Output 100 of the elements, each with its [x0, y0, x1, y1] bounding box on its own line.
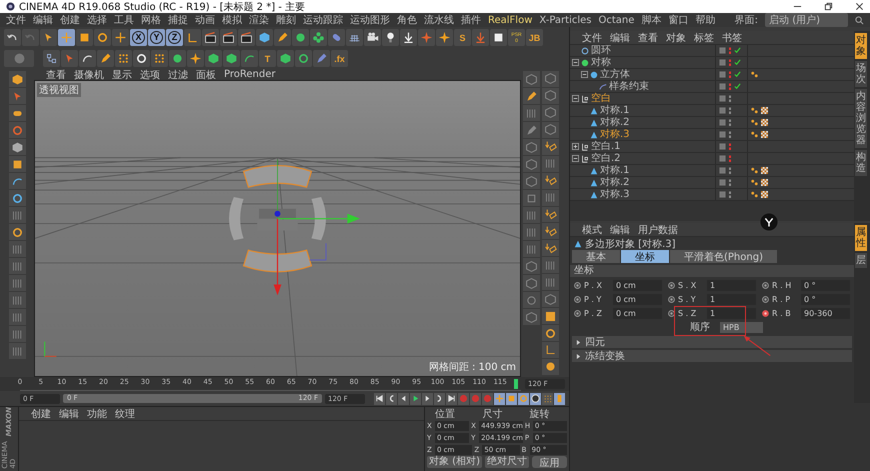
visibility-dots-icon[interactable] [728, 118, 732, 126]
object-menu-item[interactable]: 编辑 [610, 30, 630, 44]
apply-button[interactable]: 应用 [532, 456, 567, 468]
object-menu-item[interactable]: 书签 [722, 30, 742, 44]
size-mode-dropdown[interactable]: 绝对尺寸 [484, 456, 529, 468]
layer-swatch-icon[interactable] [719, 59, 726, 66]
layer-swatch-icon[interactable] [719, 119, 726, 126]
tool-button[interactable] [542, 223, 559, 240]
visibility-dots-icon[interactable] [728, 154, 732, 162]
side-tab[interactable]: 对象 [855, 33, 867, 59]
phong-tag-icon[interactable] [751, 167, 758, 174]
parameter-key-button[interactable] [530, 392, 541, 404]
side-tab[interactable]: 层 [855, 253, 867, 268]
layer-swatch-icon[interactable] [719, 83, 726, 90]
tool-button[interactable]: Y [148, 29, 165, 46]
object-name[interactable]: 立方体 [600, 69, 630, 80]
menu-item[interactable]: 帮助 [695, 13, 716, 27]
object-menu-item[interactable]: 文件 [582, 30, 602, 44]
tool-button[interactable] [220, 29, 237, 46]
parameter-field[interactable]: 1 [707, 308, 756, 318]
object-name[interactable]: 对称 [591, 57, 611, 68]
viewport-menu-item[interactable]: 选项 [140, 68, 160, 82]
viewport-menu-item[interactable]: 面板 [196, 68, 216, 82]
scale-key-button[interactable] [506, 392, 517, 404]
keyframe-dot-icon[interactable] [574, 282, 581, 288]
side-tab[interactable]: 构造 [855, 150, 867, 176]
menu-item[interactable]: 选择 [87, 13, 107, 27]
keyframe-dot-icon[interactable] [762, 310, 769, 316]
viewport[interactable]: 透视视图 网格间距 : 100 cm [34, 80, 521, 377]
menu-item[interactable]: 运动图形 [350, 13, 390, 27]
tool-button[interactable]: X [130, 29, 147, 46]
close-icon[interactable] [855, 2, 864, 11]
attribute-menu-item[interactable]: 模式 [582, 222, 602, 236]
tool-button[interactable] [8, 139, 26, 155]
checker-tag-icon[interactable] [761, 131, 768, 138]
layer-swatch-icon[interactable] [719, 155, 726, 162]
tool-button[interactable]: .fx [331, 50, 348, 67]
visibility-dots-icon[interactable] [728, 106, 732, 114]
parameter-field[interactable]: 1 [707, 280, 756, 290]
object-name[interactable]: 对称.1 [600, 165, 630, 176]
checker-tag-icon[interactable] [761, 107, 768, 114]
visibility-dots-icon[interactable] [728, 130, 732, 138]
tool-button[interactable] [8, 173, 26, 189]
collapsible-group[interactable]: 四元 [572, 336, 852, 348]
material-menu-item[interactable]: 编辑 [59, 406, 79, 420]
layer-swatch-icon[interactable] [719, 71, 726, 78]
phong-tag-icon[interactable] [751, 107, 758, 114]
layer-swatch-icon[interactable] [719, 107, 726, 114]
menu-item[interactable]: 捕捉 [168, 13, 188, 27]
object-name[interactable]: 样条约束 [609, 81, 649, 92]
go-to-start-button[interactable] [374, 392, 385, 404]
help-button[interactable] [482, 392, 493, 404]
viewport-menu-item[interactable]: ProRender [224, 69, 276, 80]
menu-item[interactable]: 工具 [114, 13, 134, 27]
menu-item[interactable]: 编辑 [33, 13, 53, 27]
coordinate-mode-dropdown[interactable]: 对象 (相对) [427, 456, 482, 468]
layer-swatch-icon[interactable] [719, 47, 726, 54]
object-name[interactable]: 对称.2 [600, 117, 630, 128]
checker-tag-icon[interactable] [761, 179, 768, 186]
tool-button[interactable] [400, 29, 417, 46]
visibility-dots-icon[interactable] [728, 190, 732, 198]
tool-button[interactable] [542, 138, 559, 155]
keyframe-dot-icon[interactable] [668, 310, 675, 316]
tool-button[interactable] [542, 240, 559, 256]
visibility-dots-icon[interactable] [728, 70, 732, 78]
expand-toggle-icon[interactable] [572, 155, 579, 162]
menu-item[interactable]: 文件 [6, 13, 26, 27]
phong-tag-icon[interactable] [751, 119, 758, 126]
phong-tag-icon[interactable] [751, 179, 758, 186]
visibility-dots-icon[interactable] [728, 178, 732, 186]
tool-button[interactable] [382, 29, 399, 46]
tool-button[interactable] [542, 358, 559, 375]
tool-button[interactable]: JB [526, 29, 543, 46]
tool-button[interactable] [238, 29, 255, 46]
menu-item[interactable]: 创建 [60, 13, 80, 27]
menu-item[interactable]: 网格 [141, 13, 161, 27]
tool-button[interactable] [542, 308, 559, 324]
tool-button[interactable] [8, 105, 26, 121]
checker-tag-icon[interactable] [761, 191, 768, 198]
layer-swatch-icon[interactable] [719, 179, 726, 186]
layer-swatch-icon[interactable] [719, 131, 726, 138]
viewport-menu-item[interactable]: 显示 [112, 68, 132, 82]
attribute-menu-item[interactable]: 用户数据 [638, 222, 678, 236]
keyframe-dot-icon[interactable] [574, 310, 581, 316]
move-key-button[interactable] [494, 392, 505, 404]
keyframe-dot-icon[interactable] [762, 282, 769, 288]
object-menu-item[interactable]: 标签 [694, 30, 714, 44]
menu-item[interactable]: 角色 [397, 13, 417, 27]
tool-button[interactable] [8, 224, 26, 240]
tool-button[interactable] [542, 172, 559, 189]
phong-tag-icon[interactable] [751, 191, 758, 198]
layer-swatch-icon[interactable] [719, 143, 726, 150]
attribute-tab[interactable]: 平滑着色(Phong) [670, 250, 777, 263]
tool-button[interactable] [8, 190, 26, 206]
side-tab[interactable]: 属性 [855, 225, 867, 251]
phong-tag-icon[interactable] [751, 131, 758, 138]
parameter-field[interactable]: 0 ° [801, 280, 850, 290]
viewport-menu-item[interactable]: 摄像机 [74, 68, 104, 82]
phong-tag-icon[interactable] [751, 71, 758, 78]
restore-icon[interactable] [824, 2, 833, 11]
